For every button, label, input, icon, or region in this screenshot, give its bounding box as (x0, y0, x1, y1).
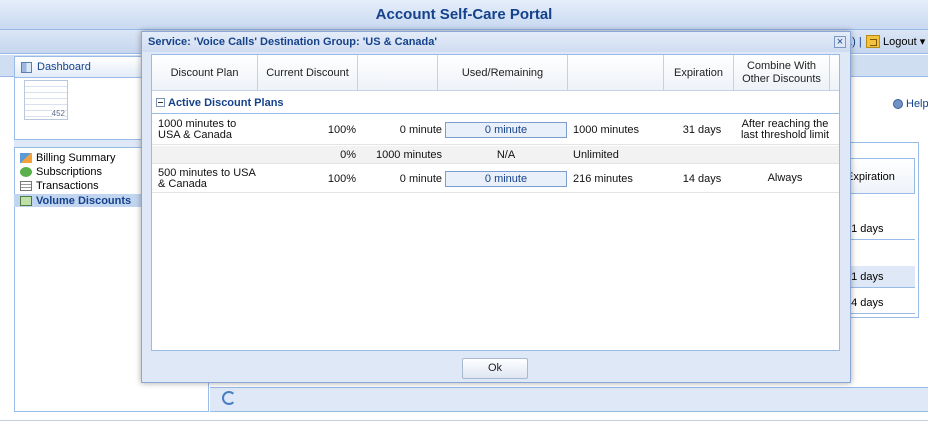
sidebar-item-subscriptions[interactable]: Subscriptions (14, 166, 148, 178)
cell-expiration (667, 146, 737, 163)
sidebar-item-label: Billing Summary (36, 152, 116, 164)
grid-header: Discount Plan Current Discount Used/Rema… (152, 55, 839, 91)
collapse-icon[interactable] (156, 98, 165, 107)
subscriptions-icon (20, 167, 32, 177)
cell-expiration: 14 days (682, 172, 722, 185)
sidebar-item-volume-discounts[interactable]: Volume Discounts (14, 194, 148, 207)
cell-plan (158, 146, 258, 163)
cell-combine (735, 146, 835, 163)
cell-remaining: Unlimited (573, 148, 619, 161)
refresh-icon[interactable] (222, 391, 236, 405)
table-row[interactable]: 0% 1000 minutes N/A Unlimited (152, 146, 839, 164)
column-header-current-discount[interactable]: Current Discount (258, 55, 358, 91)
document-badge: 452 (51, 109, 65, 118)
logout-icon (866, 35, 880, 48)
column-header-blank-2 (568, 55, 664, 91)
cell-remaining: 1000 minutes (573, 123, 640, 136)
discount-grid: Discount Plan Current Discount Used/Rema… (151, 54, 840, 351)
column-header-combine[interactable]: Combine With Other Discounts (734, 55, 830, 91)
column-header-discount-plan[interactable]: Discount Plan (152, 55, 258, 91)
sidebar-item-label: Subscriptions (36, 166, 103, 178)
cell-current-discount: 100% (327, 123, 356, 136)
sidebar-item-label: Transactions (36, 180, 99, 192)
cell-combine: Always (767, 172, 803, 184)
sidebar-item-billing-summary[interactable]: Billing Summary (14, 152, 148, 164)
volume-discounts-icon (20, 195, 32, 206)
cell-expiration: 31 days (682, 123, 722, 136)
sidebar-item-transactions[interactable]: Transactions (14, 180, 148, 192)
dashboard-icon (21, 61, 32, 73)
sidebar-nav: Billing Summary Subscriptions Transactio… (14, 152, 148, 209)
group-header[interactable]: Active Discount Plans (152, 92, 839, 114)
discount-dialog: Service: 'Voice Calls' Destination Group… (141, 31, 851, 383)
help-icon (893, 99, 903, 109)
cell-plan: 500 minutes to USA & Canada (158, 166, 256, 190)
dialog-title: Service: 'Voice Calls' Destination Group… (142, 32, 850, 52)
column-header-used-remaining[interactable]: Used/Remaining (438, 55, 568, 91)
group-label: Active Discount Plans (168, 96, 284, 109)
dialog-footer: Ok (142, 352, 850, 382)
app-title: Account Self-Care Portal (0, 0, 928, 30)
document-icon: 452 (24, 80, 68, 120)
table-row[interactable]: 1000 minutes to USA & Canada 100% 0 minu… (152, 115, 839, 145)
transactions-icon (20, 181, 32, 191)
tab-dashboard-label: Dashboard (37, 61, 91, 73)
close-icon[interactable]: × (834, 36, 846, 48)
cell-current-discount: 0% (340, 148, 356, 161)
ok-button[interactable]: Ok (462, 358, 528, 379)
cell-used: 0 minute (399, 172, 442, 185)
cell-plan: 1000 minutes to USA & Canada (158, 117, 237, 141)
tab-dashboard[interactable]: Dashboard (14, 56, 142, 77)
help-button[interactable]: Help (893, 98, 928, 110)
column-header-expiration[interactable]: Expiration (664, 55, 734, 91)
bottom-toolbar (210, 387, 928, 412)
table-row[interactable]: 500 minutes to USA & Canada 100% 0 minut… (152, 165, 839, 193)
status-strip (0, 420, 928, 444)
cell-progress: 0 minute (445, 165, 567, 192)
billing-icon (20, 153, 32, 163)
cell-combine: After reaching the last threshold limit (740, 117, 830, 141)
cell-remaining: 216 minutes (573, 172, 633, 185)
help-label: Help (906, 98, 928, 110)
usage-progress-bar: 0 minute (445, 121, 567, 138)
sidebar-item-label: Volume Discounts (36, 194, 132, 207)
column-header-blank-1 (358, 55, 438, 91)
cell-current-discount: 100% (327, 172, 356, 185)
logout-label: Logout ▾ (883, 36, 926, 48)
cell-progress: 0 minute (445, 115, 567, 144)
cell-used: 1000 minutes (375, 148, 442, 161)
usage-progress-bar: 0 minute (445, 170, 567, 187)
cell-used: 0 minute (399, 123, 442, 136)
cell-progress-na: N/A (496, 148, 516, 161)
logout-button[interactable]: Logout ▾ (866, 35, 925, 48)
